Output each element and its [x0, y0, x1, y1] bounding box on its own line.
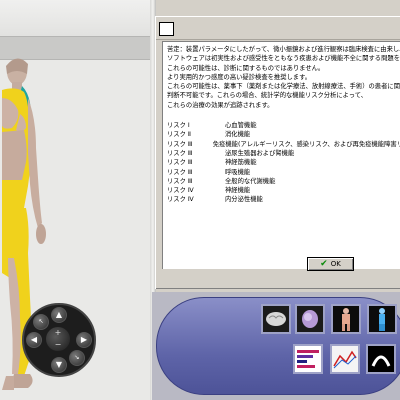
turn-down-right-button[interactable]: ↘	[69, 350, 85, 366]
risk-row: リスク Ⅰ 心血管機能	[167, 121, 400, 130]
organ-view-button[interactable]	[295, 304, 325, 334]
risk-row: リスク Ⅳ 神経機能	[167, 186, 400, 195]
arc-icon	[371, 355, 391, 367]
organ-icon	[302, 310, 318, 328]
brain-icon	[266, 312, 286, 326]
spectrum-chart-button[interactable]	[293, 344, 323, 374]
report-line: これらの可能性は、薬事下（薬剤または化学療法、放射線療法、手術）の患者に関して	[167, 83, 400, 91]
risk-label: 消化機能	[225, 131, 251, 139]
risk-row: リスク Ⅲ 全般的な代謝機能	[167, 177, 400, 186]
risk-code: リスク Ⅳ	[167, 196, 194, 204]
risk-code: リスク Ⅱ	[167, 131, 191, 139]
zoom-out-button[interactable]: −	[46, 339, 70, 351]
risk-label: 泌尿生殖器および腎機能	[225, 149, 295, 157]
navigation-wheel[interactable]: ▲ ▼ ◀ ▶ ↖ ↘ + −	[22, 303, 96, 377]
checkmark-icon: ✔	[320, 258, 328, 269]
risk-row: リスク Ⅲ 泌尿生殖器および腎機能	[167, 149, 400, 158]
risk-list: リスク Ⅰ 心血管機能 リスク Ⅱ 消化機能 リスク Ⅲ 免疫機能(アレルギーリ…	[167, 121, 400, 205]
viewer-toolbar	[0, 0, 150, 36]
rotate-right-button[interactable]: ▶	[76, 332, 92, 348]
report-line: 判断不可能です。これらの場合、統計学的な機能リスク分析によって、	[167, 92, 368, 100]
risk-label: 内分泌性機能	[225, 196, 263, 204]
risk-code: リスク Ⅲ	[167, 177, 193, 185]
graph-chart-icon	[333, 350, 357, 369]
rotate-down-button[interactable]: ▼	[51, 357, 67, 373]
risk-label: 呼吸機能	[225, 168, 251, 176]
body-front-view-button[interactable]	[331, 304, 361, 334]
risk-label: 免疫機能(アレルギーリスク、感染リスク、および再免疫機能障害リ	[212, 140, 400, 148]
body-front-icon	[342, 308, 350, 331]
risk-code: リスク Ⅰ	[167, 122, 190, 130]
risk-label: 神経筋機能	[225, 159, 257, 167]
risk-code: リスク Ⅲ	[167, 140, 193, 148]
risk-code: リスク Ⅲ	[167, 159, 193, 167]
graph-chart-button[interactable]	[330, 344, 360, 374]
ok-label: OK	[330, 260, 341, 268]
risk-code: リスク Ⅳ	[167, 187, 194, 195]
risk-row: リスク Ⅱ 消化機能	[167, 130, 400, 139]
body-side-icon	[379, 308, 385, 331]
risk-label: 心血管機能	[225, 122, 257, 130]
zoom-control[interactable]: + −	[46, 327, 70, 351]
risk-row: リスク Ⅲ 免疫機能(アレルギーリスク、感染リスク、および再免疫機能障害リ	[167, 140, 400, 149]
zoom-in-button[interactable]: +	[46, 327, 70, 339]
rotate-up-button[interactable]: ▲	[51, 307, 67, 323]
ok-button[interactable]: ✔ OK	[307, 257, 354, 271]
model-arm	[28, 98, 42, 228]
report-line: これらの可能性は、診断に関するものではありません。	[167, 64, 325, 72]
risk-label: 神経機能	[225, 187, 251, 195]
report-line: 苦定：装置パラメータにしたがって、微小振鏡および進行観察は臨床検査に由来し、	[167, 46, 400, 53]
body-side-view-button[interactable]	[367, 304, 397, 334]
close-icon[interactable]	[159, 22, 174, 36]
spectrum-chart-icon	[297, 350, 319, 368]
risk-row: リスク Ⅳ 内分泌性機能	[167, 195, 400, 204]
arc-view-button[interactable]	[366, 344, 396, 374]
risk-row: リスク Ⅲ 呼吸機能	[167, 168, 400, 177]
risk-code: リスク Ⅲ	[167, 168, 193, 176]
brain-view-button[interactable]	[261, 304, 291, 334]
viewer-strip	[0, 36, 150, 60]
report-line: より実用的かつ感度の高い疑診検査を推奨します。	[167, 73, 312, 81]
report-line: これらの治療の効果が追跡されます。	[167, 101, 274, 109]
risk-code: リスク Ⅲ	[167, 149, 193, 157]
risk-row: リスク Ⅲ 神経筋機能	[167, 158, 400, 167]
report-line: ソフトウェアは初実性および感受性をともなう疾患および機能不全に関する問題を提示し…	[167, 55, 400, 63]
dialog-titlebar	[156, 17, 400, 40]
rotate-left-button[interactable]: ◀	[26, 332, 42, 348]
report-text-area[interactable]: 苦定：装置パラメータにしたがって、微小振鏡および進行観察は臨床検査に由来し、 ソ…	[162, 41, 400, 269]
risk-label: 全般的な代謝機能	[225, 177, 276, 185]
risk-report-dialog: 苦定：装置パラメータにしたがって、微小振鏡および進行観察は臨床検査に由来し、 ソ…	[155, 16, 400, 289]
